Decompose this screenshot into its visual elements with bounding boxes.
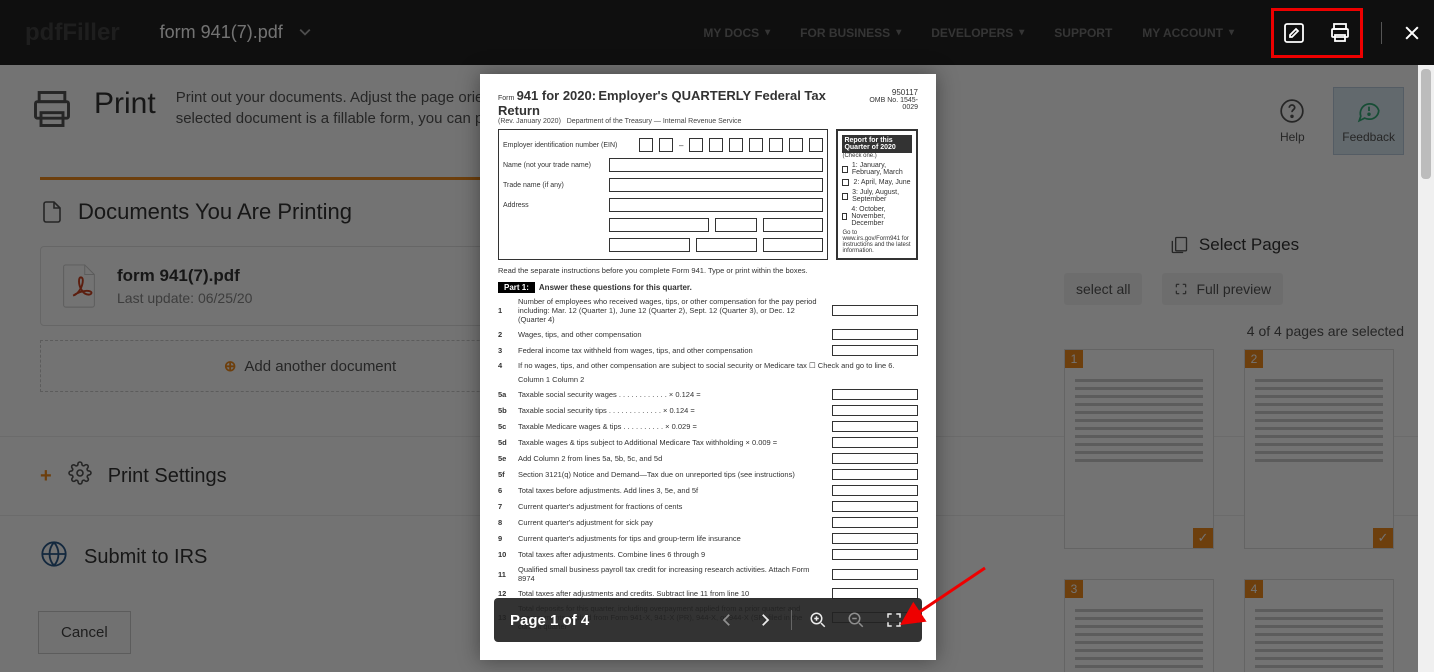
- annotation-arrow: [900, 560, 990, 630]
- form-line: 5bTaxable social security tips . . . . .…: [498, 405, 918, 416]
- scrollbar[interactable]: [1418, 65, 1434, 672]
- form-line: 5dTaxable wages & tips subject to Additi…: [498, 437, 918, 448]
- form-page: Form 941 for 2020: Employer's QUARTERLY …: [480, 74, 936, 660]
- close-icon[interactable]: [1400, 21, 1424, 45]
- quarter-box: Report for this Quarter of 2020 (Check o…: [836, 129, 918, 260]
- highlight-box: [1271, 8, 1363, 58]
- form-line: 1Number of employees who received wages,…: [498, 297, 918, 324]
- form-line: 5cTaxable Medicare wages & tips . . . . …: [498, 421, 918, 432]
- edit-icon[interactable]: [1282, 21, 1306, 45]
- preview-modal: Form 941 for 2020: Employer's QUARTERLY …: [480, 74, 936, 660]
- separator: [1381, 22, 1382, 44]
- zoom-in-button[interactable]: [806, 608, 830, 632]
- form-line: 11Qualified small business payroll tax c…: [498, 565, 918, 583]
- print-icon[interactable]: [1328, 21, 1352, 45]
- form-line: 5eAdd Column 2 from lines 5a, 5b, 5c, an…: [498, 453, 918, 464]
- form-line: 7Current quarter's adjustment for fracti…: [498, 501, 918, 512]
- zoom-out-button[interactable]: [844, 608, 868, 632]
- form-line: 4If no wages, tips, and other compensati…: [498, 361, 918, 370]
- form-line: 6Total taxes before adjustments. Add lin…: [498, 485, 918, 496]
- form-line: 10Total taxes after adjustments. Combine…: [498, 549, 918, 560]
- form-line: 9Current quarter's adjustments for tips …: [498, 533, 918, 544]
- prev-page-button[interactable]: [715, 608, 739, 632]
- form-line: Column 1 Column 2: [498, 375, 918, 384]
- form-line: 2Wages, tips, and other compensation: [498, 329, 918, 340]
- form-line: 5fSection 3121(q) Notice and Demand—Tax …: [498, 469, 918, 480]
- top-right-toolbar: [1271, 8, 1424, 58]
- form-line: 8Current quarter's adjustment for sick p…: [498, 517, 918, 528]
- form-line: 3Federal income tax withheld from wages,…: [498, 345, 918, 356]
- next-page-button[interactable]: [753, 608, 777, 632]
- form-line: 5aTaxable social security wages . . . . …: [498, 389, 918, 400]
- page-indicator: Page 1 of 4: [510, 612, 589, 629]
- page-controls: Page 1 of 4: [494, 598, 922, 642]
